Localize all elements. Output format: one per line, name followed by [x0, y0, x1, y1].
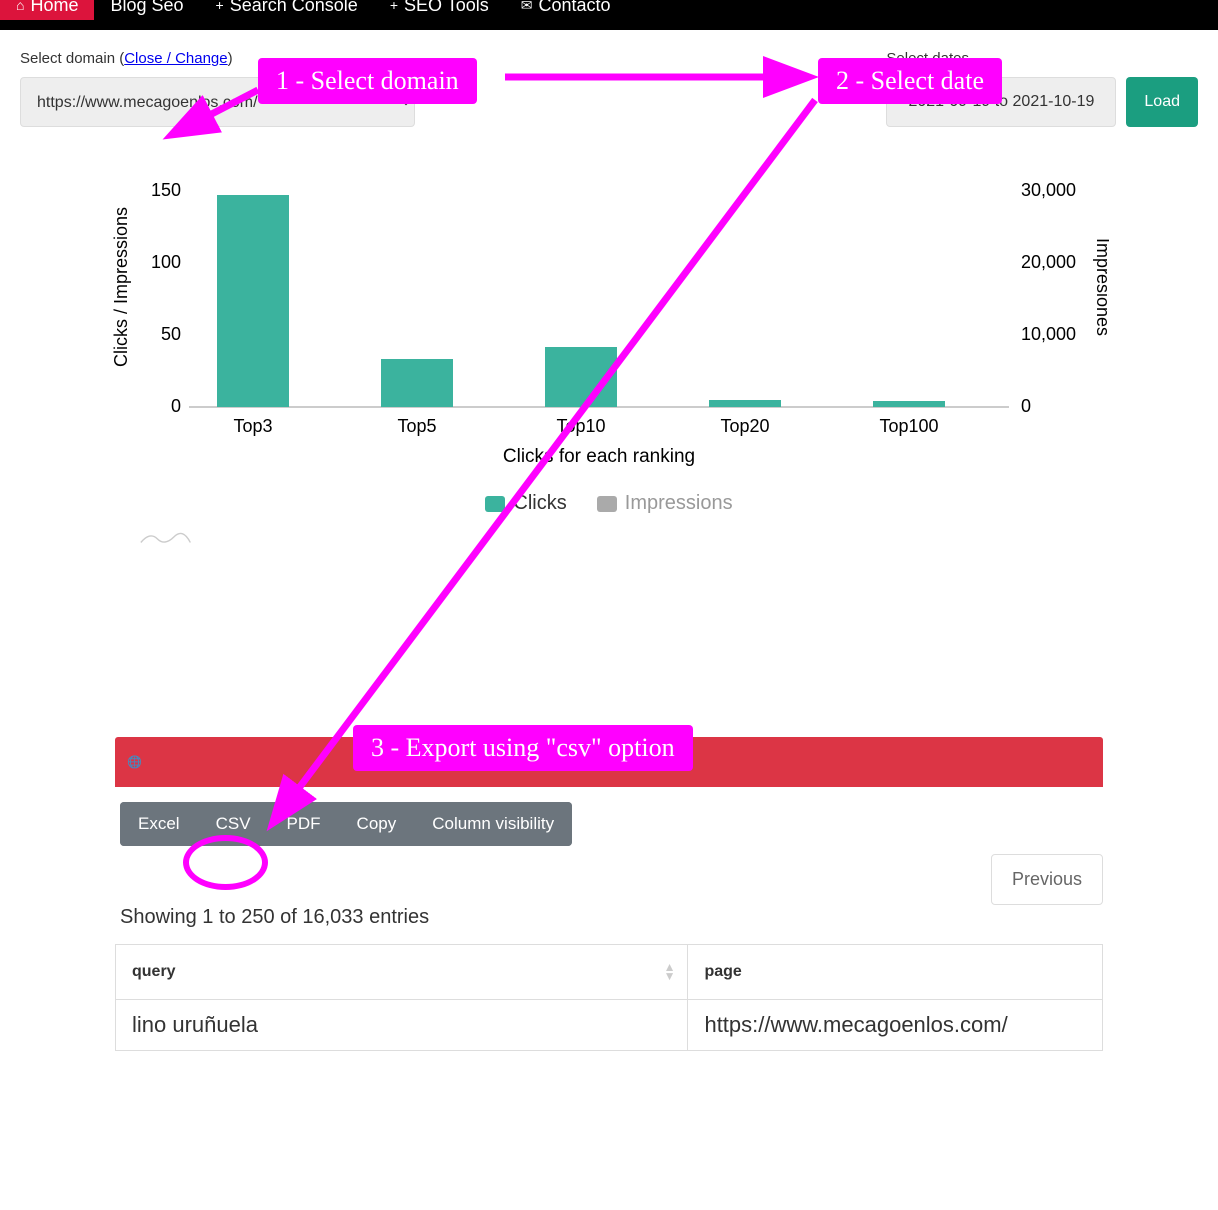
- legend-swatch-clicks: [485, 496, 505, 512]
- export-excel-button[interactable]: Excel: [120, 802, 198, 846]
- y-right-axis-label: Impresiones: [1093, 238, 1109, 336]
- plus-icon: +: [216, 3, 224, 8]
- nav-blog[interactable]: Blog Seo: [94, 0, 199, 20]
- controls-row: Select domain (Close / Change) https://w…: [0, 30, 1218, 137]
- svg-text:100: 100: [151, 252, 181, 272]
- export-buttons: Excel CSV PDF Copy Column visibility: [120, 802, 572, 846]
- home-icon: ⌂: [16, 3, 24, 8]
- svg-text:Top3: Top3: [233, 416, 272, 436]
- nav-contacto[interactable]: ✉ Contacto: [505, 0, 627, 20]
- svg-text:50: 50: [161, 324, 181, 344]
- cell-query: lino uruñuela: [116, 1000, 688, 1051]
- bar-top3: [217, 195, 289, 407]
- copy-button[interactable]: Copy: [339, 802, 415, 846]
- svg-text:Top10: Top10: [556, 416, 605, 436]
- annotation-step2: 2 - Select date: [818, 58, 1002, 104]
- ranking-chart: Clicks / Impressions Impresiones 0 50 10…: [109, 157, 1109, 497]
- export-csv-button[interactable]: CSV: [198, 802, 269, 846]
- svg-text:0: 0: [1021, 396, 1031, 416]
- svg-text:Top5: Top5: [397, 416, 436, 436]
- close-change-link[interactable]: Close / Change: [124, 50, 227, 67]
- previous-button[interactable]: Previous: [991, 854, 1103, 905]
- col-header-query[interactable]: query ▲▼: [116, 945, 688, 1000]
- annotation-step3: 3 - Export using "csv" option: [353, 725, 693, 771]
- nav-tools-label: SEO Tools: [404, 3, 489, 8]
- svg-text:10,000: 10,000: [1021, 324, 1076, 344]
- chart-title: Clicks for each ranking: [503, 446, 695, 467]
- bar-top10: [545, 347, 617, 407]
- legend-clicks[interactable]: Clicks: [485, 492, 566, 515]
- nav-seo-tools[interactable]: + SEO Tools: [374, 0, 505, 20]
- bar-top20: [709, 400, 781, 407]
- globe-icon: 🌐: [127, 755, 142, 769]
- top-nav: ⌂ Home Blog Seo + Search Console + SEO T…: [0, 0, 1218, 30]
- results-table: query ▲▼ page lino uruñuela https://www.…: [115, 944, 1103, 1051]
- nav-sc-label: Search Console: [230, 3, 358, 8]
- plus-icon: +: [390, 3, 398, 8]
- svg-text:30,000: 30,000: [1021, 180, 1076, 200]
- annotation-step1: 1 - Select domain: [258, 58, 477, 104]
- nav-blog-label: Blog Seo: [110, 3, 183, 8]
- svg-text:0: 0: [171, 396, 181, 416]
- bar-top100: [873, 401, 945, 407]
- svg-text:20,000: 20,000: [1021, 252, 1076, 272]
- mail-icon: ✉: [521, 3, 533, 8]
- y-left-axis-label: Clicks / Impressions: [111, 207, 131, 367]
- mini-sparkline-icon: [139, 527, 194, 547]
- sort-arrows-icon: ▲▼: [664, 963, 676, 981]
- export-pdf-button[interactable]: PDF: [269, 802, 339, 846]
- load-button[interactable]: Load: [1126, 77, 1198, 127]
- table-row[interactable]: lino uruñuela https://www.mecagoenlos.co…: [116, 1000, 1103, 1051]
- legend-impressions[interactable]: Impressions: [597, 492, 733, 515]
- legend-swatch-impressions: [597, 496, 617, 512]
- table-info: Showing 1 to 250 of 16,033 entries: [120, 906, 1218, 929]
- bar-top5: [381, 359, 453, 407]
- nav-search-console[interactable]: + Search Console: [200, 0, 374, 20]
- svg-text:Top100: Top100: [879, 416, 938, 436]
- cell-page: https://www.mecagoenlos.com/: [688, 1000, 1103, 1051]
- nav-contacto-label: Contacto: [538, 3, 610, 8]
- svg-text:Top20: Top20: [720, 416, 769, 436]
- nav-home-label: Home: [30, 3, 78, 8]
- svg-text:150: 150: [151, 180, 181, 200]
- column-visibility-button[interactable]: Column visibility: [414, 802, 572, 846]
- chart-container: Clicks / Impressions Impresiones 0 50 10…: [109, 157, 1109, 537]
- nav-home[interactable]: ⌂ Home: [0, 0, 94, 20]
- col-header-page[interactable]: page: [688, 945, 1103, 1000]
